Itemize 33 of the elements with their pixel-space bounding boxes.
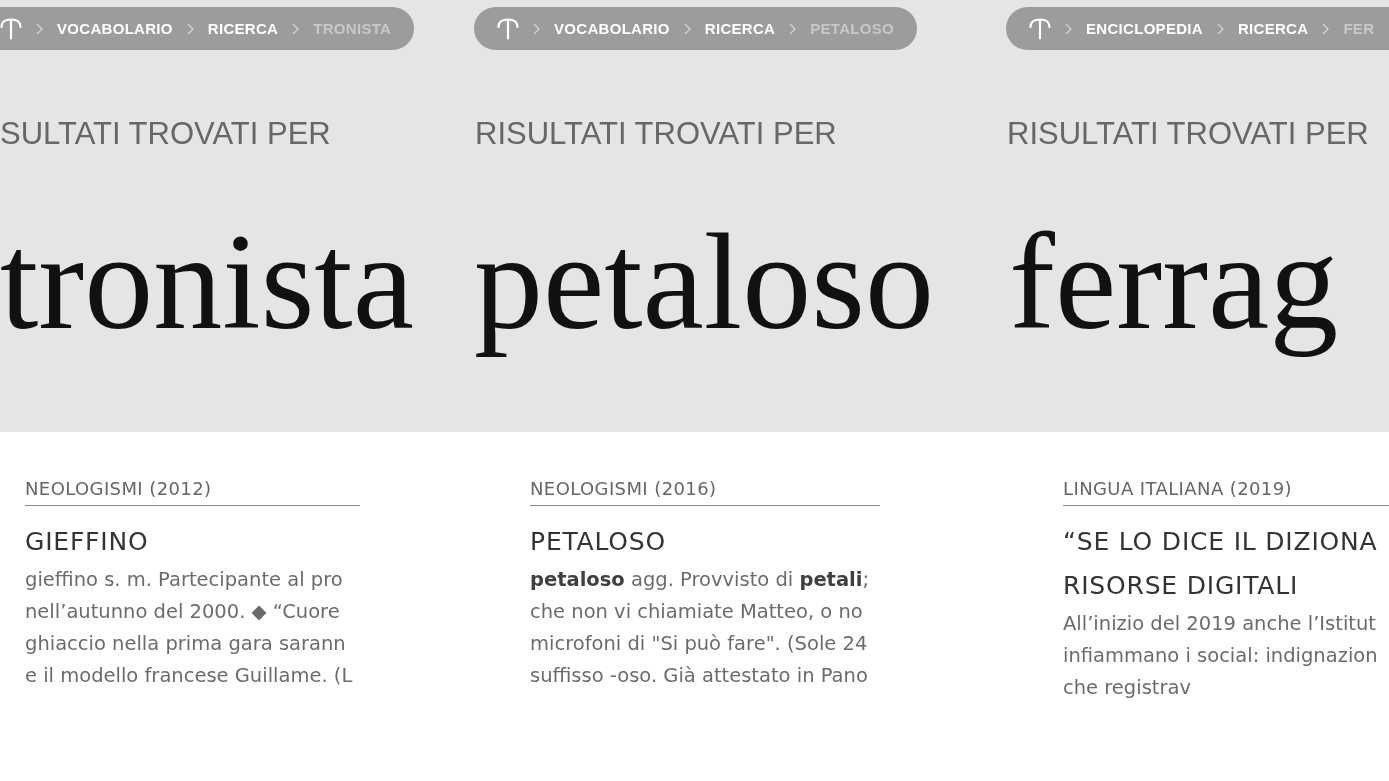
chevron-icon [1216, 22, 1224, 35]
breadcrumb-link[interactable]: RICERCA [704, 20, 776, 37]
logo-icon[interactable] [0, 17, 22, 40]
entry-title[interactable]: PETALOSO [530, 520, 880, 564]
breadcrumb-link[interactable]: VOCABOLARIO [554, 20, 670, 37]
entry-excerpt: gieffino s. m. Partecipante al pro nell’autunno del 2000. ◆ “Cuore ghiaccio nella prima gara sarann e il modello francese Guillame. (L [25, 567, 354, 689]
chevron-icon [292, 22, 300, 35]
chevron-icon [789, 22, 797, 35]
breadcrumb-link[interactable]: ENCICLOPEDIA [1086, 20, 1203, 37]
chevron-icon [1322, 22, 1330, 35]
entry-excerpt: All’inizio del 2019 anche l’Istitut infiammano i social: indignazion che registrav [1063, 611, 1379, 701]
breadcrumb-link[interactable]: VOCABOLARIO [57, 20, 173, 37]
chevron-icon [36, 22, 43, 35]
logo-icon[interactable] [1029, 17, 1051, 40]
chevron-icon [1065, 22, 1072, 35]
chevron-icon [186, 22, 194, 35]
entry-title[interactable]: GIEFFINO [25, 520, 360, 564]
breadcrumb-link[interactable]: RICERCA [1237, 20, 1309, 37]
section-label: NEOLOGISMI (2012) [25, 478, 213, 500]
chevron-icon [683, 22, 691, 35]
section-label: NEOLOGISMI (2016) [530, 478, 718, 500]
search-term: petaloso [474, 204, 934, 360]
results-heading: SULTATI TROVATI PER [0, 116, 332, 152]
results-heading: RISULTATI TROVATI PER [475, 116, 838, 152]
results-heading: RISULTATI TROVATI PER [1007, 116, 1370, 152]
entry-title[interactable]: “SE LO DICE IL DIZIONA RISORSE DIGITALI [1063, 520, 1389, 608]
search-term: tronista [0, 204, 414, 360]
entry-excerpt: petaloso agg. Provvisto di petali; che non vi chiamiate Matteo, o no microfoni di "Si può fare". (Sole 24 suffisso -oso. Già attestato in Pano [530, 567, 871, 689]
logo-icon[interactable] [497, 17, 519, 40]
chevron-icon [533, 22, 540, 35]
breadcrumb-link[interactable]: RICERCA [207, 20, 279, 37]
section-label: LINGUA ITALIANA (2019) [1063, 478, 1293, 500]
search-term: ferrag [1009, 204, 1339, 360]
